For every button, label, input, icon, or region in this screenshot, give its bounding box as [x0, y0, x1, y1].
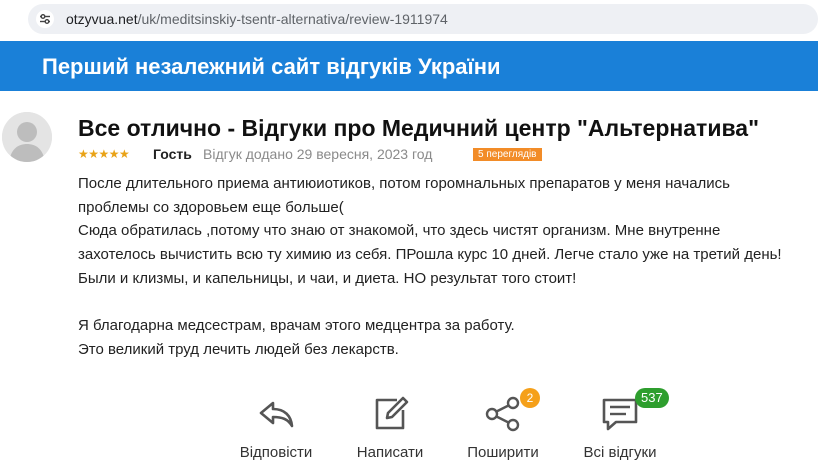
tune-icon[interactable]	[36, 10, 54, 28]
action-bar: Відповісти Написати 2 Поширити 537 Всі в…	[0, 388, 818, 461]
browser-address-bar: otzyvua.net/uk/meditsinskiy-tsentr-alter…	[0, 0, 818, 38]
review-title: Все отлично - Відгуки про Медичний центр…	[78, 115, 759, 141]
review-line: Были и клизмы, и капельницы, и чаи, и ди…	[78, 269, 577, 287]
reply-label: Відповісти	[239, 444, 313, 461]
review-author: Гость	[153, 146, 192, 162]
comment-icon	[602, 398, 638, 431]
review-line	[78, 291, 818, 315]
edit-icon	[375, 396, 409, 430]
rating-stars: ★★★★★	[78, 147, 130, 161]
all-reviews-label: Всі відгуки	[583, 444, 657, 461]
views-badge: 5 переглядів	[473, 148, 542, 161]
url-path: /uk/meditsinskiy-tsentr-alternativa/revi…	[137, 11, 448, 27]
review-date: Відгук додано 29 вересня, 2023 год	[203, 146, 433, 162]
review-line: Это великий труд лечить людей без лекарс…	[78, 340, 399, 358]
review-line: захотелось вычистить всю ту химию из себ…	[78, 246, 782, 264]
share-button[interactable]: 2 Поширити	[443, 388, 563, 461]
review-line: Я благодарна медсестрам, врачам этого ме…	[78, 317, 515, 335]
write-label: Написати	[356, 444, 424, 461]
review-line: Сюда обратилась ,потому что знаю от знак…	[78, 222, 721, 240]
review-line: проблемы со здоровьем еще больше(	[78, 198, 344, 216]
review-body: После длительного приема антиюиотиков, п…	[78, 172, 818, 362]
write-button[interactable]: Написати	[330, 388, 450, 461]
banner-title[interactable]: Перший незалежний сайт відгуків України	[42, 54, 501, 80]
share-label: Поширити	[467, 444, 539, 461]
url-text[interactable]: otzyvua.net/uk/meditsinskiy-tsentr-alter…	[66, 10, 448, 28]
url-host: otzyvua.net	[66, 11, 138, 27]
review-line: После длительного приема антиюиотиков, п…	[78, 175, 730, 192]
reviews-count-badge: 537	[635, 388, 669, 408]
all-reviews-button[interactable]: 537 Всі відгуки	[560, 388, 680, 461]
site-banner: Перший незалежний сайт відгуків України	[0, 41, 818, 91]
share-count-badge: 2	[520, 388, 540, 408]
reply-icon	[259, 401, 294, 428]
share-icon	[485, 396, 520, 432]
user-avatar-icon	[2, 112, 52, 162]
reply-button[interactable]: Відповісти	[216, 388, 336, 461]
